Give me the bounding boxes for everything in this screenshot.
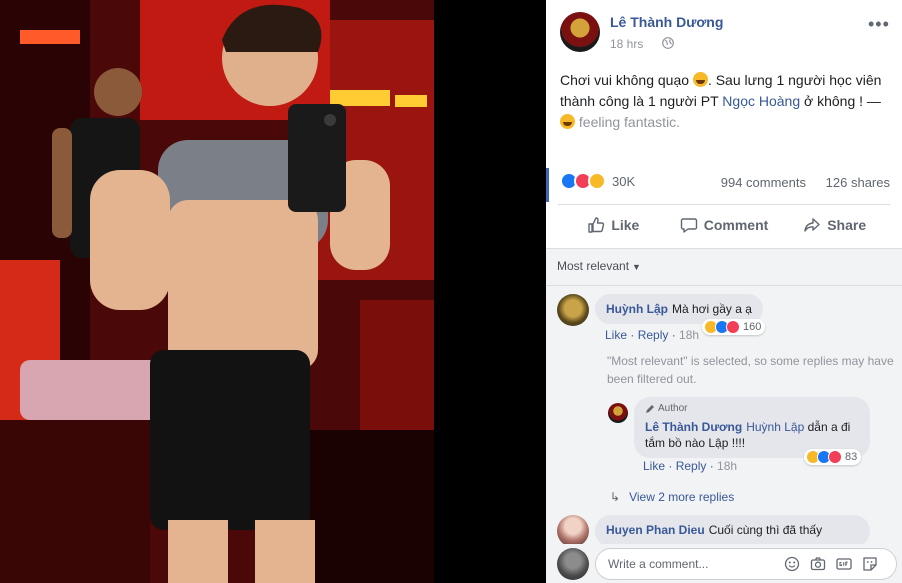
comment-reaction-count: 160 — [743, 321, 762, 333]
photo-illustration — [0, 0, 434, 583]
composer-tools — [784, 556, 878, 572]
post-photo[interactable] — [0, 0, 546, 583]
post-panel: Lê Thành Dương 18 hrs ••• Chơi vui không… — [546, 0, 902, 583]
comment-bubble: Huyen Phan Dieu Cuối cùng thì đã thấy — [595, 515, 870, 547]
comment-text: Cuối cùng thì đã thấy — [708, 523, 823, 537]
sticker-icon[interactable] — [862, 556, 878, 572]
filtered-replies-note: "Most relevant" is selected, so some rep… — [607, 354, 894, 386]
haha-reaction-icon — [588, 172, 606, 190]
divider — [546, 285, 902, 286]
like-label: Like — [611, 216, 640, 233]
share-arrow-icon — [803, 216, 821, 234]
commenter-avatar[interactable] — [557, 515, 589, 547]
comment-bubble-icon — [680, 216, 698, 234]
commenter-name-link[interactable]: Huyen Phan Dieu — [606, 523, 705, 537]
gif-icon[interactable] — [836, 556, 852, 572]
post-timestamp[interactable]: 18 hrs — [610, 37, 643, 51]
reply-time[interactable]: 18h — [717, 459, 737, 473]
reactions-summary[interactable]: 30K — [560, 172, 635, 190]
love-reaction-icon — [726, 320, 740, 334]
share-button[interactable]: Share — [779, 205, 890, 244]
share-label: Share — [827, 216, 867, 233]
comment-label: Comment — [703, 216, 769, 233]
author-name-link[interactable]: Lê Thành Dương — [610, 14, 723, 30]
reply-meta: Like · Reply · 18h — [643, 459, 738, 473]
reply-reaction-count: 83 — [845, 451, 858, 463]
comment-text: Mà hơi gầy a ạ — [672, 302, 752, 316]
reactions-count[interactable]: 30K — [612, 174, 635, 189]
post-actions-bar: Like Comment Share — [558, 204, 890, 244]
reply-arrow-icon: ↳ — [610, 490, 621, 504]
comments-count-link[interactable]: 994 comments — [721, 175, 806, 190]
feeling-text: feeling fantastic. — [578, 114, 681, 130]
author-avatar[interactable] — [560, 12, 600, 52]
post-text-part1: Chơi vui không quạo — [560, 72, 690, 88]
author-badge-label: Author — [658, 403, 688, 414]
shares-count-link[interactable]: 126 shares — [826, 175, 890, 190]
author-badge: Author — [645, 401, 859, 417]
photo-letterbox — [434, 0, 546, 583]
comment-button[interactable]: Comment — [669, 205, 780, 244]
thumbs-up-icon — [587, 216, 605, 234]
comment-meta: Like · Reply · 18h — [605, 328, 700, 342]
tagged-user-link[interactable]: Ngọc Hoàng — [722, 93, 800, 109]
feeling-emoji-icon — [560, 114, 575, 129]
pencil-icon — [645, 404, 655, 414]
mention-link[interactable]: Huỳnh Lập — [746, 420, 804, 434]
comment-sort-dropdown[interactable]: Most relevant ▼ — [557, 259, 641, 273]
more-options-button[interactable]: ••• — [868, 14, 890, 35]
reply-like-link[interactable]: Like — [643, 459, 665, 473]
reaction-indicator-bar — [546, 168, 549, 202]
reply-author-avatar[interactable] — [608, 403, 628, 423]
post-text: Chơi vui không quạo . Sau lưng 1 người h… — [560, 70, 894, 133]
reply-author-name-link[interactable]: Lê Thành Dương — [645, 420, 742, 434]
chevron-down-icon: ▼ — [632, 262, 641, 272]
laughing-emoji-icon — [692, 72, 708, 87]
commenter-avatar[interactable] — [557, 294, 589, 326]
like-button[interactable]: Like — [558, 205, 669, 244]
emoji-icon[interactable] — [784, 556, 800, 572]
comment-reply-link[interactable]: Reply — [638, 328, 669, 342]
comment-reactions[interactable]: 160 — [702, 319, 766, 335]
comments-section: Most relevant ▼ Huỳnh Lập Mà hơi gầy a ạ L… — [546, 248, 902, 583]
sort-label: Most relevant — [557, 259, 630, 273]
reply-reply-link[interactable]: Reply — [676, 459, 707, 473]
current-user-avatar[interactable] — [557, 548, 589, 580]
engagement-summary: 30K 994 comments 126 shares — [560, 172, 890, 194]
reply-reactions[interactable]: 83 — [804, 449, 862, 465]
commenter-name-link[interactable]: Huỳnh Lập — [606, 302, 668, 316]
globe-icon[interactable] — [662, 37, 674, 49]
love-reaction-icon — [828, 450, 842, 464]
comment-composer — [546, 544, 902, 583]
camera-icon[interactable] — [810, 556, 826, 572]
view-more-label: View 2 more replies — [629, 490, 735, 504]
comment-like-link[interactable]: Like — [605, 328, 627, 342]
comment-time[interactable]: 18h — [679, 328, 699, 342]
view-more-replies-link[interactable]: ↳ View 2 more replies — [610, 490, 734, 504]
gym-mirror-selfie-image — [0, 0, 434, 583]
post-text-part3: ở không ! — — [800, 93, 881, 109]
